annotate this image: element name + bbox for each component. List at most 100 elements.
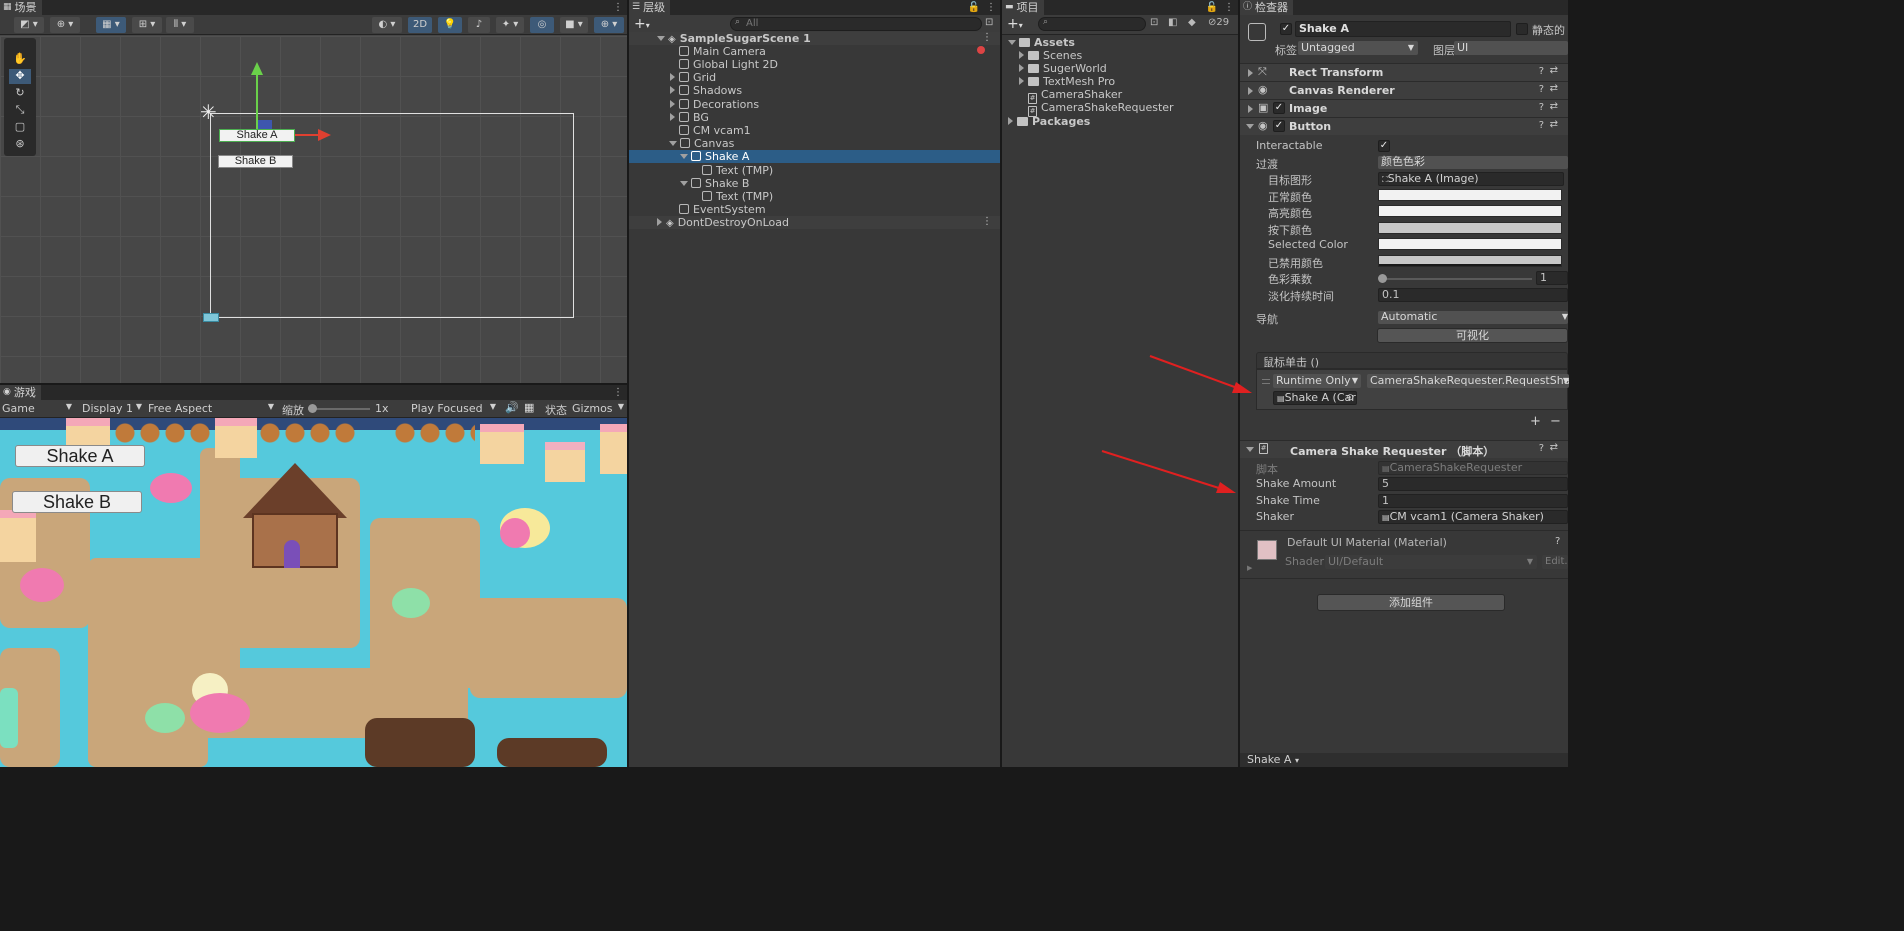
project-script[interactable]: # CameraShakeRequester <box>1028 101 1174 117</box>
inspector-tab[interactable]: ⓘ 检查器 <box>1240 0 1294 15</box>
type-filter-icon[interactable]: ◧ <box>1168 17 1177 28</box>
canvas-corner-handle[interactable] <box>203 313 219 322</box>
expand-arrow-icon[interactable] <box>669 141 677 146</box>
rotate-tool-icon[interactable]: ↻ <box>9 86 31 101</box>
project-folder-assets[interactable]: Assets <box>1008 36 1075 49</box>
search-filter-icon[interactable]: ⊡ <box>985 17 993 28</box>
play-focused-select[interactable]: Play Focused ▼ <box>411 402 496 415</box>
global-toggle-button[interactable]: ⊕ ▾ <box>50 17 80 33</box>
scene-tab[interactable]: ▦ 场景 <box>0 0 42 15</box>
game-mode-select[interactable]: Game ▼ <box>2 402 72 415</box>
hierarchy-item[interactable]: Global Light 2D <box>679 58 778 71</box>
settings-icon[interactable]: ⇄ <box>1550 83 1558 94</box>
hierarchy-item[interactable]: BG <box>670 111 709 124</box>
2d-button[interactable]: 2D <box>408 17 432 33</box>
hierarchy-item[interactable]: Shake B <box>680 177 749 190</box>
button-header[interactable]: ◉ ✓ Button ? ⇄ <box>1240 117 1568 135</box>
help-icon[interactable]: ? <box>1539 66 1544 77</box>
hierarchy-item[interactable]: CM vcam1 <box>679 124 751 137</box>
expand-arrow-icon[interactable] <box>1019 64 1024 72</box>
project-search-input[interactable]: ⌕ <box>1038 17 1146 31</box>
display-select[interactable]: Display 1 ▼ <box>82 402 142 415</box>
settings-icon[interactable]: ⇄ <box>1550 119 1558 130</box>
gizmos-button[interactable]: ⊕ ▾ <box>594 17 624 33</box>
static-checkbox[interactable] <box>1516 23 1528 35</box>
grid-icon[interactable]: ▦ <box>524 401 534 414</box>
settings-icon[interactable]: ⇄ <box>1550 65 1558 76</box>
project-folder-packages[interactable]: Packages <box>1008 115 1090 128</box>
scene-tab-menu[interactable]: ⋮ <box>613 0 623 15</box>
hierarchy-search-input[interactable]: ⌕ All <box>730 17 982 31</box>
expand-arrow-icon[interactable] <box>1008 40 1016 45</box>
menu-dots-icon[interactable]: ⋮ <box>982 216 992 227</box>
expand-arrow-icon[interactable] <box>657 36 665 41</box>
add-icon[interactable]: +▾ <box>1007 16 1023 34</box>
scene-shake-a-button[interactable]: Shake A <box>219 129 295 142</box>
effects-button[interactable]: ✦ ▾ <box>496 17 524 33</box>
expand-arrow-icon[interactable] <box>670 113 675 121</box>
game-shake-a-button[interactable]: Shake A <box>15 445 145 467</box>
project-tab[interactable]: ▬ 项目 <box>1002 0 1044 15</box>
label-filter-icon[interactable]: ◆ <box>1188 17 1196 28</box>
object-name-field[interactable]: Shake A <box>1295 21 1511 37</box>
hidden-count[interactable]: ⊘29 <box>1208 17 1229 28</box>
x-axis-arrowhead[interactable] <box>318 129 331 141</box>
image-enabled-checkbox[interactable]: ✓ <box>1273 102 1285 114</box>
game-tab[interactable]: ◉ 游戏 <box>0 385 41 400</box>
y-axis-arrowhead[interactable] <box>251 62 263 75</box>
menu-dots-icon[interactable]: ⋮ <box>986 0 996 15</box>
lighting-button[interactable]: 💡 <box>438 17 462 33</box>
game-shake-b-button[interactable]: Shake B <box>12 491 142 513</box>
expand-arrow-icon[interactable] <box>670 73 675 81</box>
hierarchy-item[interactable]: Grid <box>670 71 716 84</box>
expand-arrow-icon[interactable] <box>680 181 688 186</box>
expand-arrow-icon[interactable] <box>670 100 675 108</box>
gizmos-select[interactable]: Gizmos ▼ <box>572 402 624 415</box>
grid-toggle-button[interactable]: ⊞ ▾ <box>132 17 162 33</box>
project-folder[interactable]: Scenes <box>1019 49 1082 62</box>
hand-tool-icon[interactable]: ✋ <box>9 52 31 67</box>
expand-arrow-icon[interactable] <box>680 154 688 159</box>
game-tab-menu[interactable]: ⋮ <box>613 385 623 400</box>
hierarchy-item[interactable]: Text (TMP) <box>702 190 773 203</box>
hierarchy-tab[interactable]: ☰ 层级 <box>629 0 671 15</box>
hierarchy-item[interactable]: Shadows <box>670 84 742 97</box>
expand-arrow-icon[interactable] <box>657 218 662 226</box>
draw-mode-button[interactable]: ◩ ▾ <box>14 17 44 33</box>
expand-arrow-icon[interactable] <box>1248 69 1253 77</box>
increment-snap-button[interactable]: ⦀ ▾ <box>166 17 194 33</box>
mute-icon[interactable]: 🔊 <box>505 401 519 414</box>
hierarchy-item[interactable]: Canvas <box>669 137 734 150</box>
expand-arrow-icon[interactable] <box>1019 77 1024 85</box>
stats-button[interactable]: 状态 <box>545 402 567 418</box>
search-scope-icon[interactable]: ⊡ <box>1150 17 1158 28</box>
scene-shake-b-button[interactable]: Shake B <box>218 155 293 168</box>
game-viewport[interactable]: Shake A Shake B <box>0 418 627 767</box>
scale-tool-icon[interactable]: ⤡ <box>9 103 31 118</box>
scale-slider-knob[interactable] <box>308 404 317 413</box>
menu-dots-icon[interactable]: ⋮ <box>1224 0 1234 15</box>
expand-arrow-icon[interactable] <box>1008 117 1013 125</box>
expand-arrow-icon[interactable] <box>1248 105 1253 113</box>
aspect-select[interactable]: Free Aspect ▼ <box>148 402 274 415</box>
menu-dots-icon[interactable]: ⋮ <box>982 32 992 43</box>
image-header[interactable]: ▣ ✓ Image ? ⇄ <box>1240 99 1568 117</box>
grid-snap-button[interactable]: ▦ ▾ <box>96 17 126 33</box>
camera-button[interactable]: ■ ▾ <box>560 17 588 33</box>
menu-dots-icon[interactable]: ⋮ <box>613 385 623 400</box>
menu-dots-icon[interactable]: ⋮ <box>613 0 623 15</box>
hierarchy-item[interactable]: Text (TMP) <box>702 164 773 177</box>
project-folder[interactable]: SugerWorld <box>1019 62 1107 75</box>
visibility-button[interactable]: ◎ <box>530 17 554 33</box>
expand-arrow-icon[interactable] <box>1019 51 1024 59</box>
project-script[interactable]: # CameraShaker <box>1028 88 1122 104</box>
lock-icon[interactable]: 🔓 <box>1206 0 1218 15</box>
project-folder[interactable]: TextMesh Pro <box>1019 75 1115 88</box>
hierarchy-item[interactable]: EventSystem <box>679 203 766 216</box>
scene-viewport[interactable]: ✋ ✥ ↻ ⤡ ▢ ⊛ ✳ Shake A Shake B <box>0 36 627 383</box>
rect-transform-header[interactable]: ⤧ Rect Transform ? ⇄ <box>1240 63 1568 81</box>
hierarchy-item[interactable]: Decorations <box>670 98 759 111</box>
layer-dropdown[interactable]: UI <box>1454 41 1568 55</box>
transform-tool-icon[interactable]: ⊛ <box>9 137 31 152</box>
button-enabled-checkbox[interactable]: ✓ <box>1273 120 1285 132</box>
